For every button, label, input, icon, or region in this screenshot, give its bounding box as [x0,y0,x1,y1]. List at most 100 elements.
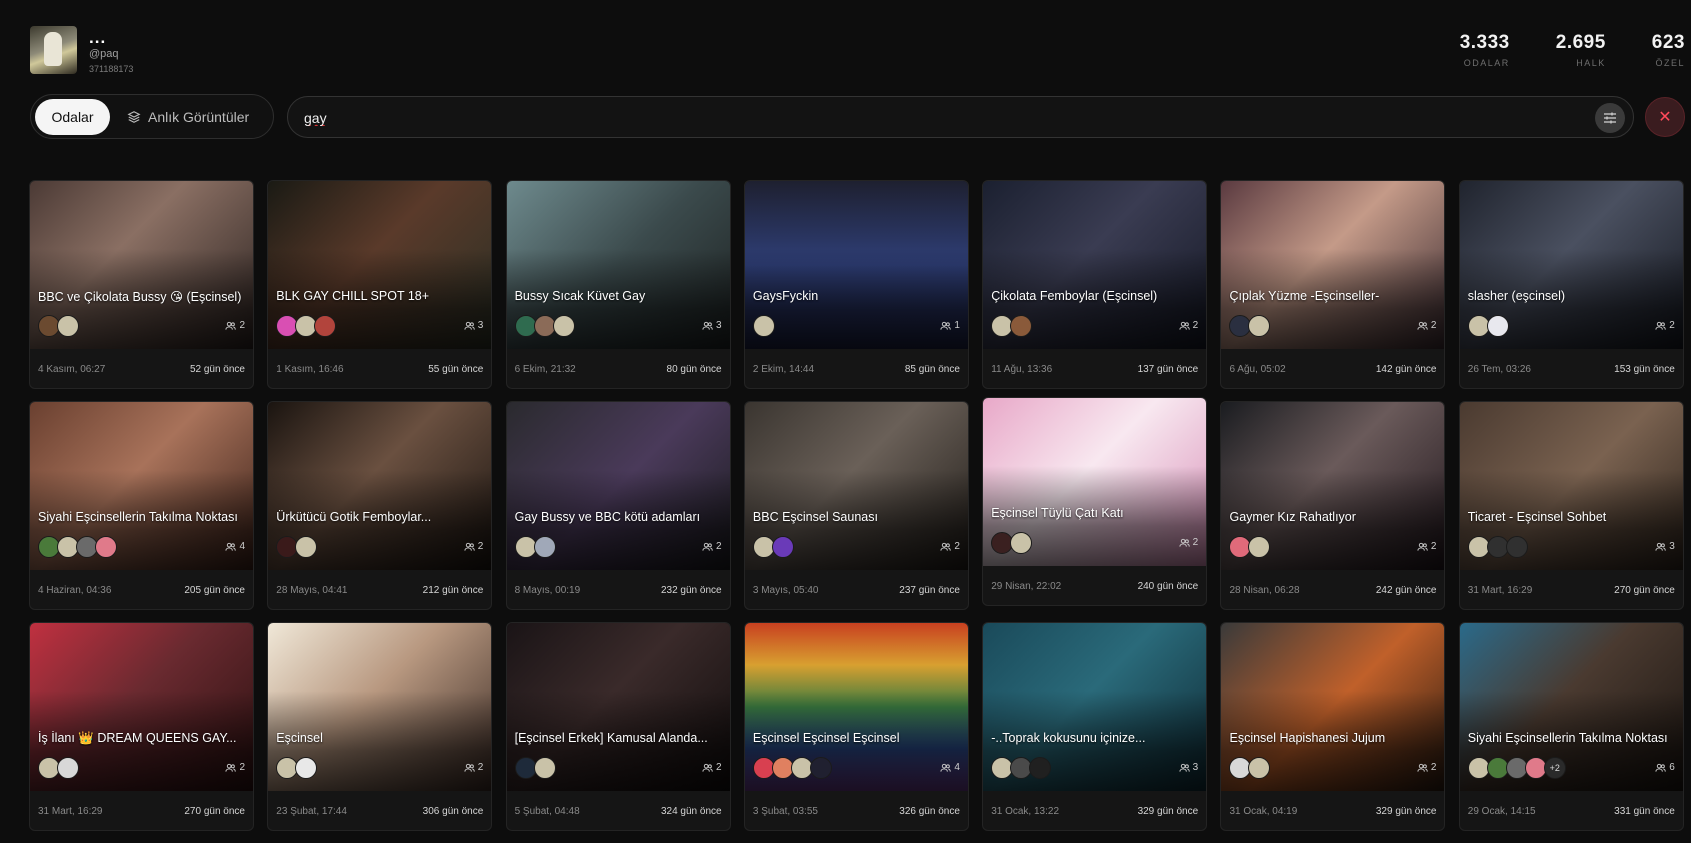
search-bar [287,96,1634,138]
member-avatar [295,757,318,779]
member-avatars [1229,536,1271,558]
room-card[interactable]: Ticaret - Eşcinsel Sohbet 3 31 Mart, 16:29… [1458,401,1684,610]
room-card[interactable]: Siyahi Eşcinsellerin Takılma Noktası 4 4 H… [29,401,254,610]
users-icon [464,763,475,772]
room-card[interactable]: Ürkütücü Gotik Femboylar... 2 28 Mayıs, 04… [267,401,493,610]
member-count-value: 2 [239,320,245,331]
room-age: 242 gün önce [1375,585,1437,596]
room-date: 3 Mayıs, 05:40 [752,585,819,596]
users-icon [1417,542,1428,551]
room-card[interactable]: Eşcinsel 2 23 Şubat, 17:44 306 gün önce [267,622,493,831]
member-avatars [1467,536,1528,558]
member-avatars [276,536,318,558]
room-card[interactable]: İş İlanı 👑 DREAM QUEENS GAY... 2 31 Mart, … [29,622,254,831]
tab-snapshots[interactable]: Anlık Görüntüler [127,99,249,135]
room-footer: 28 Nisan, 06:28 242 gün önce [1221,570,1444,609]
room-footer: 5 Şubat, 04:48 324 gün önce [507,791,730,830]
room-title: Ticaret - Eşcinsel Sohbet [1467,510,1607,524]
close-search-button[interactable]: ✕ [1645,97,1685,137]
profile-avatar[interactable] [30,26,77,74]
room-card[interactable]: Gaymer Kız Rahatlıyor 2 28 Nisan, 06:28 242… [1220,401,1446,610]
room-footer: 2 Ekim, 14:44 85 gün önce [745,349,968,388]
member-avatar [809,757,832,779]
room-card[interactable]: slasher (eşcinsel) 2 26 Tem, 03:26 153 gün … [1458,180,1684,389]
room-title: slasher (eşcinsel) [1467,289,1566,303]
room-card[interactable]: Siyahi Eşcinsellerin Takılma Noktası +2 6 2… [1458,622,1684,831]
rooms-grid: BBC ve Çikolata Bussy 😘 (Eşcinsel) 2 4 Kas… [29,180,1685,831]
room-footer: 28 Mayıs, 04:41 212 gün önce [268,570,491,609]
room-card[interactable]: -..Toprak kokusunu içinize... 3 31 Ocak, 1… [982,622,1208,831]
member-avatar [1248,315,1271,337]
room-footer: 6 Ekim, 21:32 80 gün önce [507,349,730,388]
room-card[interactable]: Bussy Sıcak Küvet Gay 3 6 Ekim, 21:32 80 gü… [505,180,731,389]
stat-value: 2.695 [1555,32,1606,53]
member-avatar [57,757,79,779]
users-icon [702,763,713,772]
member-count-value: 3 [477,320,484,331]
view-tabs: Odalar Anlık Görüntüler [30,94,274,139]
room-card[interactable]: BBC Eşcinsel Saunası 2 3 Mayıs, 05:40 237 g… [743,401,969,610]
stat-label: HALK [1576,58,1606,68]
room-card[interactable]: Çikolata Femboylar (Eşcinsel) 2 11 Ağu, 13… [982,180,1208,389]
room-date: 29 Nisan, 22:02 [991,581,1062,592]
member-count: 2 [940,541,960,552]
room-card[interactable]: BLK GAY CHILL SPOT 18+ 3 1 Kasım, 16:46 55 … [267,180,493,389]
users-icon [1655,321,1666,330]
member-count-value: 2 [477,762,484,773]
member-count-value: 4 [954,762,960,773]
room-age: 142 gün önce [1375,364,1437,375]
member-avatar [95,536,117,558]
room-card[interactable]: BBC ve Çikolata Bussy 😘 (Eşcinsel) 2 4 Kas… [29,180,254,389]
member-count: 3 [1655,541,1675,552]
room-date: 31 Mart, 16:29 [1467,585,1533,596]
room-card[interactable]: Eşcinsel Tüylü Çatı Katı 2 29 Nisan, 22:02… [982,397,1208,606]
room-title: Siyahi Eşcinsellerin Takılma Noktası [1467,731,1668,745]
filter-button[interactable] [1595,103,1625,133]
room-thumbnail [744,181,968,349]
member-avatars [1229,315,1271,337]
member-count: 3 [1179,762,1198,773]
room-footer: 31 Ocak, 13:22 329 gün önce [983,791,1206,830]
member-avatar [1248,536,1271,558]
stat-value: 623 [1651,32,1685,53]
member-count-value: 2 [1192,320,1199,331]
users-icon [940,763,952,772]
room-card[interactable]: Çıplak Yüzme -Eşcinseller- 2 6 Ağu, 05:02 1… [1220,180,1446,389]
room-title: -..Toprak kokusunu içinize... [991,731,1146,745]
member-avatar [314,315,337,337]
room-age: 137 gün önce [1137,364,1199,375]
room-card[interactable]: Eşcinsel Hapishanesi Jujum 2 31 Ocak, 04:1… [1220,622,1446,831]
room-date: 11 Ağu, 13:36 [991,364,1053,375]
room-date: 2 Ekim, 14:44 [752,364,815,375]
users-icon [940,321,952,330]
room-card[interactable]: [Eşcinsel Erkek] Kamusal Alanda... 2 5 Şub… [505,622,731,831]
room-date: 23 Şubat, 17:44 [276,806,347,817]
stat-value: 3.333 [1459,32,1510,53]
room-footer: 26 Tem, 03:26 153 gün önce [1460,349,1683,388]
sliders-icon [1604,112,1616,124]
room-date: 5 Şubat, 04:48 [514,806,580,817]
member-avatar [771,536,794,558]
users-icon [1655,763,1666,772]
member-count: 2 [1179,320,1199,331]
room-age: 331 gün önce [1614,806,1675,817]
room-title: Eşcinsel Eşcinsel Eşcinsel [752,731,900,745]
member-avatars [514,757,556,779]
users-icon [225,542,237,551]
room-card[interactable]: Eşcinsel Eşcinsel Eşcinsel 4 3 Şubat, 03:5… [743,622,969,831]
member-count: 2 [702,762,722,773]
member-avatars [38,536,117,558]
member-avatars [276,315,337,337]
member-count: 4 [225,541,245,552]
room-date: 29 Ocak, 14:15 [1467,806,1536,817]
room-age: 329 gün önce [1375,806,1437,817]
room-age: 324 gün önce [660,806,722,817]
tab-rooms[interactable]: Odalar [35,99,110,135]
room-card[interactable]: Gay Bussy ve BBC kötü adamları 2 8 Mayıs, … [505,401,731,610]
search-input[interactable] [304,105,1544,131]
room-card[interactable]: GaysFyckin 1 2 Ekim, 14:44 85 gün önce [743,180,969,389]
member-count-value: 3 [716,320,722,331]
member-count: 6 [1655,762,1675,773]
member-avatars [38,315,79,337]
layers-icon [127,111,141,123]
